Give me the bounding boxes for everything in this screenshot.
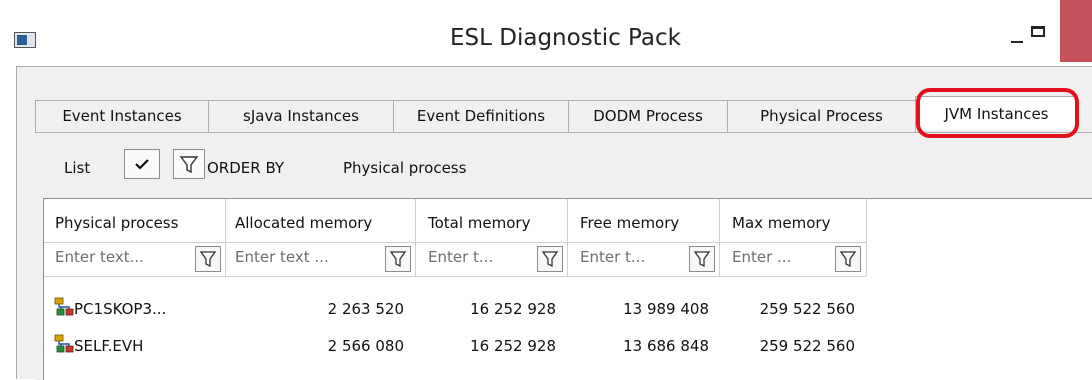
- column-separator[interactable]: [225, 199, 226, 276]
- column-header-allocated-memory[interactable]: Allocated memory: [235, 214, 372, 232]
- cell-allocated-memory: 2 566 080: [327, 337, 404, 355]
- cell-allocated-memory: 2 263 520: [327, 300, 404, 318]
- column-filter-button[interactable]: [689, 246, 715, 272]
- filter-input-physical-process[interactable]: [55, 248, 185, 266]
- column-header-free-memory[interactable]: Free memory: [580, 214, 679, 232]
- column-header-physical-process[interactable]: Physical process: [55, 214, 178, 232]
- cell-process: PC1SKOP3...: [74, 300, 167, 318]
- column-separator[interactable]: [719, 199, 720, 276]
- funnel-icon: [541, 251, 559, 268]
- funnel-icon: [179, 156, 199, 174]
- cell-max-memory: 259 522 560: [759, 300, 855, 318]
- list-label: List: [64, 159, 91, 177]
- minimize-button[interactable]: [1000, 22, 1030, 52]
- cell-total-memory: 16 252 928: [470, 337, 556, 355]
- filter-cell-physical-process: [55, 243, 221, 276]
- filter-input-max-memory[interactable]: [732, 248, 822, 266]
- funnel-icon: [389, 251, 407, 268]
- column-header-max-memory[interactable]: Max memory: [732, 214, 830, 232]
- cell-process: SELF.EVH: [74, 337, 144, 355]
- tab-event-definitions[interactable]: Event Definitions: [393, 100, 569, 132]
- checkmark-icon: [135, 159, 149, 170]
- window-title: ESL Diagnostic Pack: [450, 25, 681, 51]
- tab-jvm-instances[interactable]: JVM Instances: [915, 96, 1078, 130]
- tab-sjava-instances[interactable]: sJava Instances: [208, 100, 394, 132]
- cell-free-memory: 13 686 848: [623, 337, 709, 355]
- column-separator[interactable]: [866, 199, 867, 276]
- filter-input-allocated-memory[interactable]: [235, 248, 375, 266]
- apply-button[interactable]: [124, 149, 160, 179]
- cell-free-memory: 13 989 408: [623, 300, 709, 318]
- cell-max-memory: 259 522 560: [759, 337, 855, 355]
- cell-total-memory: 16 252 928: [470, 300, 556, 318]
- maximize-button[interactable]: [1027, 18, 1061, 52]
- filter-button[interactable]: [173, 149, 205, 179]
- filter-input-total-memory[interactable]: [428, 248, 528, 266]
- process-tree-icon: [54, 334, 74, 353]
- column-separator[interactable]: [415, 199, 416, 276]
- filter-cell-free-memory: [580, 243, 718, 276]
- filter-cell-total-memory: [428, 243, 566, 276]
- tab-physical-process[interactable]: Physical Process: [727, 100, 916, 132]
- process-tree-icon: [54, 297, 74, 316]
- order-by-value[interactable]: Physical process: [343, 159, 466, 177]
- column-filter-button[interactable]: [835, 246, 861, 272]
- column-filter-button[interactable]: [385, 246, 411, 272]
- column-filter-button[interactable]: [537, 246, 563, 272]
- filter-input-free-memory[interactable]: [580, 248, 680, 266]
- tab-dodm-process[interactable]: DODM Process: [568, 100, 728, 132]
- funnel-icon: [199, 251, 217, 268]
- app-icon[interactable]: [14, 32, 36, 48]
- filter-cell-max-memory: [732, 243, 864, 276]
- column-header-total-memory[interactable]: Total memory: [428, 214, 530, 232]
- tab-event-instances[interactable]: Event Instances: [35, 100, 209, 132]
- filter-row-divider: [44, 276, 866, 277]
- title-bar: ESL Diagnostic Pack: [0, 0, 1092, 64]
- funnel-icon: [839, 251, 857, 268]
- order-by-label: ORDER BY: [207, 159, 285, 177]
- filter-cell-allocated-memory: [235, 243, 413, 276]
- funnel-icon: [693, 251, 711, 268]
- column-separator[interactable]: [567, 199, 568, 276]
- column-filter-button[interactable]: [195, 246, 221, 272]
- close-button[interactable]: [1060, 0, 1092, 62]
